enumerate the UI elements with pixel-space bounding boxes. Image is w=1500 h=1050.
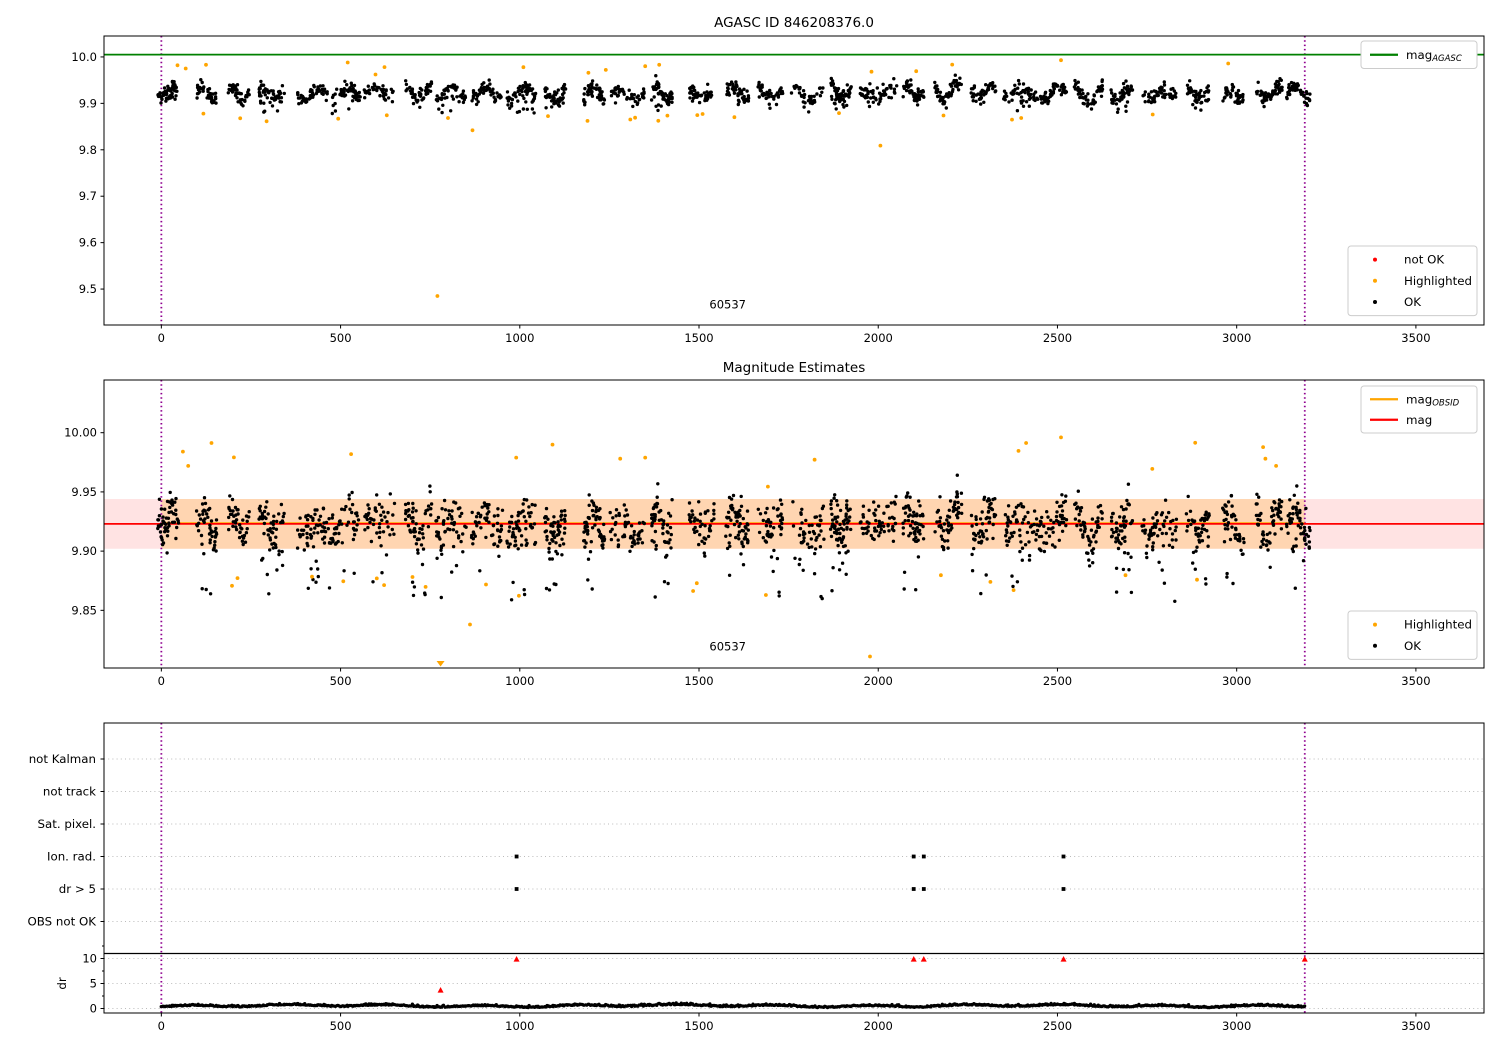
figure: 60537 0 500 1000 1500 2000 2500 3000 3500 9.5 9.6 9… bbox=[0, 0, 1500, 1050]
x-tick-label: 2000 bbox=[864, 331, 893, 345]
x-tick-label: 3000 bbox=[1222, 674, 1251, 688]
x-tick-label: 1500 bbox=[684, 1019, 713, 1033]
x-tick-label: 500 bbox=[330, 1019, 352, 1033]
chart2-title: Magnitude Estimates bbox=[723, 360, 865, 376]
y-tick-label: 9.5 bbox=[79, 282, 97, 296]
flag-label: OBS not OK bbox=[27, 915, 96, 929]
y-tick-label: 9.9 bbox=[79, 96, 97, 110]
x-tick-label: 3500 bbox=[1401, 1019, 1430, 1033]
y-tick-label: 9.6 bbox=[79, 236, 97, 250]
x-tick-label: 1000 bbox=[505, 331, 534, 345]
legend-label: OK bbox=[1404, 639, 1421, 653]
plots-layer: 605370 500 1000 1500 2000 2500 3000 35009.59.69… bbox=[27, 35, 1485, 1033]
dr-tick-label: 10 bbox=[82, 952, 97, 966]
highlighted-outlier bbox=[183, 66, 188, 71]
y-tick-label: 9.8 bbox=[79, 143, 97, 157]
flag-label: Sat. pixel. bbox=[37, 817, 96, 831]
legend-marker-sample bbox=[1373, 622, 1377, 627]
x-tick-label: 3500 bbox=[1401, 674, 1430, 688]
x-tick-label: 500 bbox=[330, 331, 352, 345]
x-tick-label: 2000 bbox=[864, 1019, 893, 1033]
x-tick-label: 3000 bbox=[1222, 1019, 1251, 1033]
dr-tick-label: 0 bbox=[90, 1002, 97, 1016]
figure-canvas: 605370 500 1000 1500 2000 2500 3000 35009.59.69… bbox=[27, 15, 1485, 1033]
highlighted-outlier bbox=[868, 654, 872, 659]
highlighted-outlier bbox=[643, 64, 648, 69]
y-tick-label: 10.0 bbox=[71, 50, 97, 64]
highlighted-outlier bbox=[1059, 435, 1063, 440]
legend-marker-sample bbox=[1373, 300, 1377, 304]
x-tick-label: 0 bbox=[158, 674, 165, 688]
highlighted-outlier bbox=[618, 456, 623, 461]
not-ok-points bbox=[437, 956, 1308, 993]
x-tick-label: 1500 bbox=[684, 331, 713, 345]
highlighted-outlier bbox=[521, 65, 526, 70]
dr-axis-label: dr bbox=[55, 977, 69, 989]
flag-label: Ion. rad. bbox=[47, 850, 96, 864]
y-tick-label: 9.95 bbox=[71, 485, 97, 499]
highlighted-outlier bbox=[345, 60, 350, 65]
highlighted-outlier bbox=[175, 63, 180, 68]
flag-points bbox=[514, 854, 1066, 891]
legend-marker-sample bbox=[1373, 643, 1377, 648]
legend-label: Highlighted bbox=[1404, 274, 1472, 288]
legend-marker-sample bbox=[1373, 257, 1377, 262]
highlighted-outlier bbox=[878, 143, 883, 148]
x-tick-label: 0 bbox=[158, 1019, 165, 1033]
subplot-3: 0 500 1000 1500 2000 2500 3000 3500 not Kalman no… bbox=[27, 722, 1485, 1033]
chart1-title: AGASC ID 846208376.0 bbox=[714, 15, 874, 31]
y-tick-label: 9.7 bbox=[79, 189, 97, 203]
highlighted-outlier bbox=[181, 449, 185, 454]
highlighted-outlier bbox=[186, 464, 191, 468]
legend-label: OK bbox=[1404, 295, 1421, 309]
highlighted-outlier bbox=[435, 294, 440, 298]
x-tick-label: 1500 bbox=[684, 674, 713, 688]
legend-label: Highlighted bbox=[1404, 618, 1472, 632]
x-tick-label: 2000 bbox=[864, 674, 893, 688]
obsid-annotation: 60537 bbox=[709, 298, 746, 312]
y-tick-label: 9.90 bbox=[71, 544, 97, 558]
highlighted-outlier bbox=[468, 622, 472, 627]
legend-label: mag bbox=[1406, 413, 1432, 427]
y-tick-label: 9.85 bbox=[71, 603, 97, 617]
x-tick-label: 3500 bbox=[1401, 331, 1430, 345]
dr-tick-label: 5 bbox=[90, 977, 97, 991]
highlighted-outlier bbox=[643, 455, 648, 460]
x-tick-label: 1000 bbox=[505, 1019, 534, 1033]
x-tick-label: 2500 bbox=[1043, 331, 1072, 345]
x-tick-label: 2500 bbox=[1043, 674, 1072, 688]
x-tick-label: 0 bbox=[158, 331, 165, 345]
legend-marker-sample bbox=[1373, 278, 1377, 283]
subplot-1: 60537 0 500 1000 1500 2000 2500 3000 3500 9.5 9.6 9… bbox=[71, 35, 1485, 345]
x-tick-label: 1000 bbox=[505, 674, 534, 688]
ok-scatter bbox=[156, 73, 1312, 116]
highlighted-outlier bbox=[1263, 456, 1268, 461]
highlighted-outlier bbox=[603, 68, 608, 72]
highlighted-outlier bbox=[1274, 464, 1278, 468]
highlighted-outlier bbox=[470, 128, 475, 133]
axes-frame bbox=[103, 35, 1485, 326]
highlighted-outlier bbox=[514, 455, 519, 460]
obsid-annotation: 60537 bbox=[709, 640, 746, 654]
x-tick-label: 500 bbox=[330, 674, 352, 688]
flag-label: not track bbox=[43, 785, 96, 799]
subplot-2: 60537 0 500 1000 1500 2000 2500 3000 3500 9.85 9.9… bbox=[64, 379, 1485, 688]
x-tick-label: 3000 bbox=[1222, 331, 1251, 345]
legend-label: not OK bbox=[1404, 253, 1444, 267]
flag-label: dr > 5 bbox=[59, 882, 96, 896]
flag-label: not Kalman bbox=[29, 752, 96, 766]
highlighted-outlier bbox=[1059, 58, 1063, 63]
x-tick-label: 2500 bbox=[1043, 1019, 1072, 1033]
clipped-marker-down bbox=[436, 661, 445, 667]
axes-frame bbox=[103, 722, 1485, 1014]
y-tick-label: 10.00 bbox=[64, 426, 97, 440]
